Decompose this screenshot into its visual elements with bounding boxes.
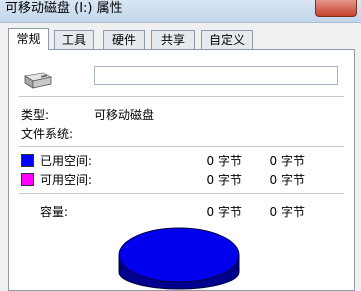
window-title: 可移动磁盘 (I:) 属性 [5, 1, 123, 16]
tab-tools[interactable]: 工具 [54, 30, 94, 49]
disk-usage-pie-chart [118, 227, 240, 290]
general-panel: 类型: 可移动磁盘 文件系统: 已用空间: 0 字节 0 字节 可用空间: 0 … [8, 49, 355, 291]
tab-customize[interactable]: 自定义 [201, 30, 253, 49]
tab-general[interactable]: 常规 [8, 28, 49, 50]
pie-top [118, 227, 240, 283]
close-button[interactable] [315, 0, 357, 17]
title-bar: 可移动磁盘 (I:) 属性 [0, 0, 361, 23]
tab-sharing[interactable]: 共享 [151, 30, 195, 49]
tab-hardware[interactable]: 硬件 [103, 30, 145, 49]
